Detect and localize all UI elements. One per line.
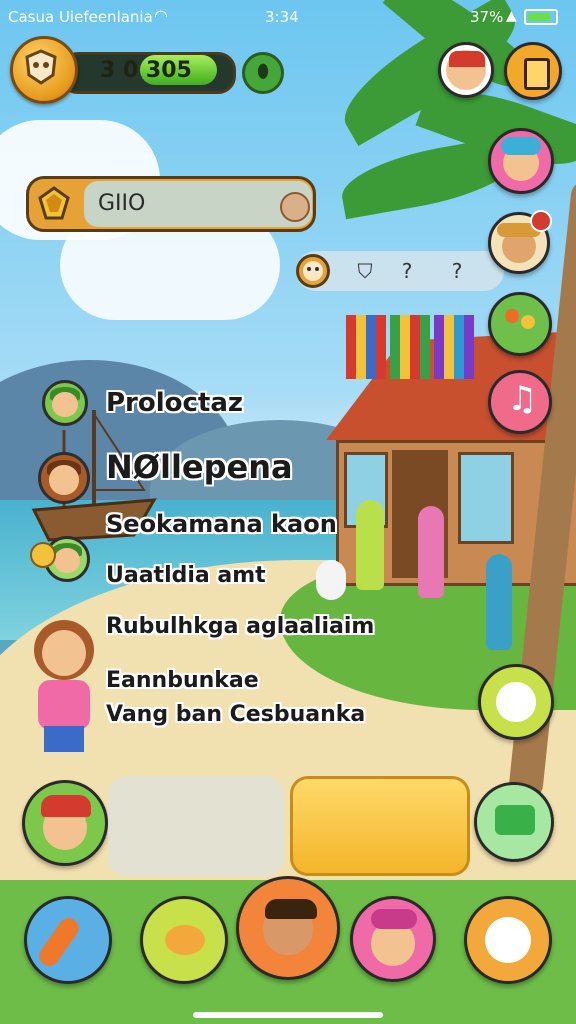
search-input[interactable]: GIIO [98,191,145,216]
fish-icon[interactable] [140,896,228,984]
book-icon[interactable] [504,42,562,100]
currency-value: 3 0 305 [100,58,192,83]
menu-item-1[interactable]: Proloctaz [106,388,243,418]
signal-icon: ▲ [506,8,517,24]
avatar-girl-pink-hat[interactable] [350,896,436,982]
menu-item-6[interactable]: Eannbunkae [106,668,259,693]
leaf-icon: ⬮ [257,61,269,82]
avatar-boy-red-hat[interactable] [438,42,494,98]
villager[interactable] [486,554,512,650]
avatar-boy-red-cap[interactable] [22,780,108,866]
game-scene: Casua Uiefeenlania ◠ 3:34 37% ▲ 3 0 305 … [0,0,576,1024]
shield-icon[interactable]: ⛉ [348,254,382,288]
avatar-small[interactable] [280,192,310,222]
coin-icon[interactable] [10,36,78,104]
battery-percent: 37% [470,8,504,26]
leaf-button[interactable]: ⬮ [242,52,284,94]
chat-icon[interactable] [474,782,554,862]
avatar-boy-center[interactable] [236,876,340,980]
question-icon[interactable]: ? [390,254,424,288]
cat-icon[interactable] [478,664,554,740]
status-bar: Casua Uiefeenlania ◠ 3:34 37% ▲ [0,0,576,34]
house-window [458,452,514,544]
player-character[interactable] [28,620,100,760]
coin-small-icon [30,542,56,568]
clock: 3:34 [265,8,299,26]
menu-item-5[interactable]: Rubulhkga aglaaliaim [106,614,374,639]
gem-icon[interactable] [34,184,74,224]
help-icon[interactable]: ? [440,254,474,288]
avatar-menu-1[interactable] [42,380,88,426]
villager[interactable] [418,506,444,598]
action-panel[interactable] [290,776,470,876]
villager[interactable] [316,560,346,600]
owl-badge-icon[interactable] [296,254,330,288]
menu-item-7[interactable]: Vang ban Cesbuanka [106,702,365,727]
menu-item-3[interactable]: Seokamana kaon [106,510,337,538]
wifi-icon: ◠ [154,6,168,25]
battery-icon [524,9,558,25]
flag [434,315,474,379]
carrier-label: Casua Uiefeenlania [8,8,153,26]
carrot-icon[interactable] [24,896,112,984]
flag [346,315,386,379]
menu-item-2[interactable]: NØllepena [106,448,293,486]
avatar-menu-2[interactable] [38,452,90,504]
villager[interactable] [356,500,384,590]
flowers-icon[interactable] [488,292,552,356]
home-indicator[interactable] [193,1012,383,1018]
music-icon[interactable]: ♫ [488,370,552,434]
notification-badge [530,210,552,232]
avatar-girl-pink[interactable] [488,128,554,194]
empty-panel[interactable] [108,776,284,876]
pet-icon[interactable] [464,896,552,984]
flag [390,315,430,379]
menu-item-4[interactable]: Uaatldia amt [106,563,266,588]
